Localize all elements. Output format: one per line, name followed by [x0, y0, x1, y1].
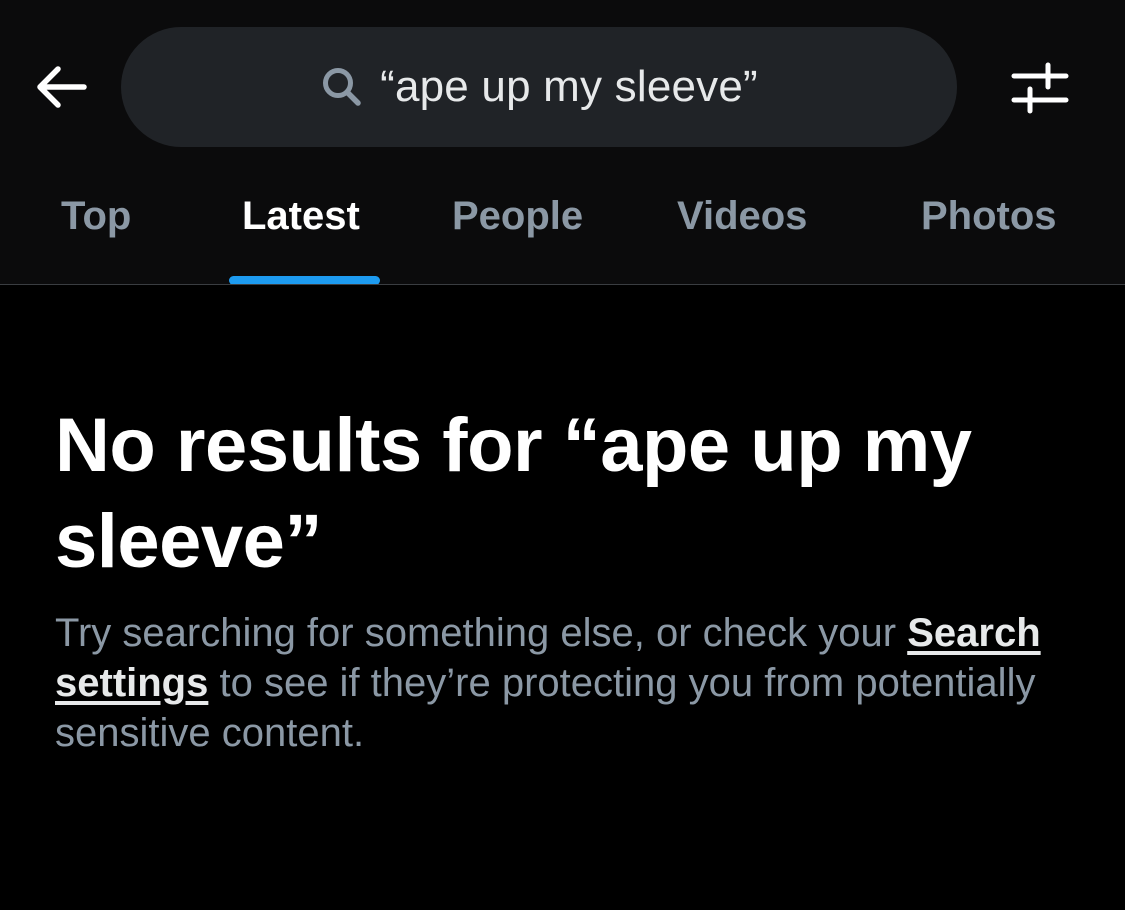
sliders-icon: [1010, 60, 1070, 119]
empty-state-message: Try searching for something else, or che…: [55, 608, 1075, 758]
tab-photos[interactable]: Photos: [921, 194, 1057, 239]
tabs-divider: [0, 284, 1125, 285]
search-tabs: Top Latest People Videos Photos: [0, 170, 1125, 284]
arrow-left-icon: [34, 65, 88, 114]
search-icon: [320, 65, 364, 109]
empty-state: No results for “ape up my sleeve” Try se…: [55, 398, 1075, 758]
search-filter-button[interactable]: [1005, 56, 1075, 122]
back-button[interactable]: [28, 60, 94, 118]
tab-latest[interactable]: Latest: [242, 194, 360, 239]
tab-top[interactable]: Top: [61, 194, 131, 239]
tab-videos[interactable]: Videos: [677, 194, 807, 239]
search-query[interactable]: “ape up my sleeve”: [380, 62, 758, 112]
search-bar[interactable]: “ape up my sleeve”: [121, 27, 957, 147]
tab-people[interactable]: People: [452, 194, 583, 239]
empty-state-title: No results for “ape up my sleeve”: [55, 403, 972, 584]
empty-state-text-before: Try searching for something else, or che…: [55, 611, 908, 655]
